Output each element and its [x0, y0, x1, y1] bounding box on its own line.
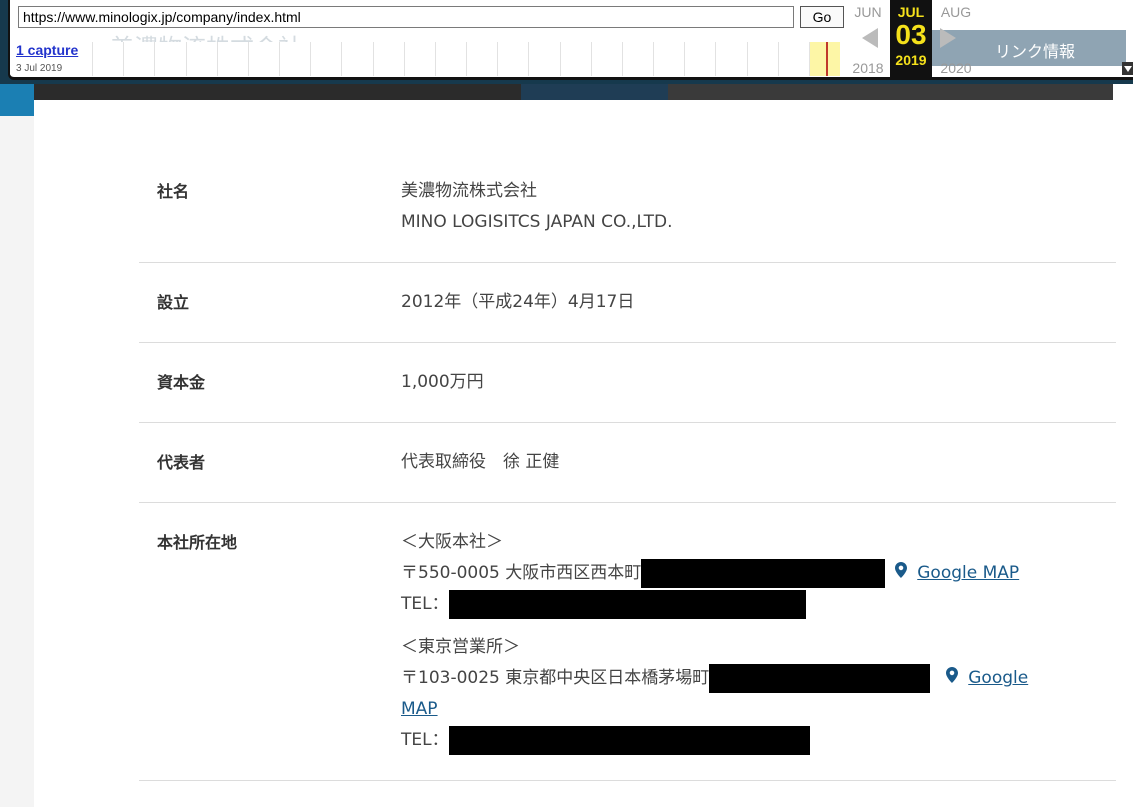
row-label: 設立	[157, 293, 190, 312]
prev-month-label[interactable]: JUN	[848, 4, 888, 20]
sparkline-cell	[777, 42, 809, 76]
map-pin-icon	[946, 667, 959, 683]
table-row: 資本金 1,000万円	[139, 343, 1116, 423]
sparkline-cell	[466, 42, 498, 76]
sparkline-cell	[92, 42, 124, 76]
osaka-google-map-link[interactable]: Google MAP	[917, 563, 1019, 583]
sparkline-cell	[279, 42, 311, 76]
osaka-tel-line: TEL：	[401, 589, 1116, 620]
sparkline-cell	[653, 42, 685, 76]
osaka-address: 〒550-0005 大阪市西区西本町	[401, 563, 642, 583]
tokyo-tel-line: TEL：	[401, 725, 1116, 756]
capture-date: 3 Jul 2019	[16, 63, 63, 74]
next-capture-arrow-icon[interactable]	[940, 28, 956, 48]
sparkline-cell	[403, 42, 435, 76]
header-accent-strip	[0, 84, 34, 116]
company-info-table: 社名 美濃物流株式会社 MINO LOGISITCS JAPAN CO.,LTD…	[139, 158, 1116, 781]
sparkline-cell	[216, 42, 248, 76]
nav-bar-active-segment	[521, 84, 668, 100]
sparkline-cell	[372, 42, 404, 76]
nav-bar-segment	[34, 84, 521, 100]
map-pin-icon	[895, 562, 908, 578]
row-label: 社名	[157, 182, 190, 201]
osaka-address-line: 〒550-0005 大阪市西区西本町 Google MAP	[401, 558, 1116, 589]
redacted-block	[709, 663, 931, 693]
sparkline-cell	[247, 42, 280, 76]
sparkline-cell	[746, 42, 778, 76]
capture-count-link[interactable]: 1 capture	[16, 42, 78, 58]
table-row: 設立 2012年（平成24年）4月17日	[139, 263, 1116, 343]
sparkline-cell	[559, 42, 591, 76]
nav-bar-edge	[1113, 84, 1133, 100]
tokyo-address: 〒103-0025 東京都中央区日本橋茅場町	[401, 668, 710, 688]
sparkline-cell	[684, 42, 716, 76]
sparkline-cell	[123, 42, 155, 76]
site-nav-ghost-link: リンク情報	[995, 42, 1076, 61]
current-day: 03	[895, 19, 927, 50]
url-input[interactable]: https://www.minologix.jp/company/index.h…	[18, 6, 794, 28]
tokyo-tel-label: TEL：	[401, 730, 449, 750]
current-month: JUL	[897, 4, 925, 20]
row-value: 1,000万円	[401, 372, 484, 392]
current-capture-date: JUL 03 2019	[890, 0, 932, 78]
row-label: 本社所在地	[157, 533, 238, 552]
nav-bar-segment	[668, 84, 1113, 100]
row-label: 代表者	[157, 453, 206, 472]
company-name-ja: 美濃物流株式会社	[401, 181, 537, 201]
toolbar-dropdown-icon[interactable]	[1122, 62, 1133, 75]
capture-marker	[826, 42, 828, 76]
row-value: ＜大阪本社＞ 〒550-0005 大阪市西区西本町 Google MAP TEL：…	[401, 527, 1116, 756]
table-row: 社名 美濃物流株式会社 MINO LOGISITCS JAPAN CO.,LTD…	[139, 158, 1116, 263]
row-value: 2012年（平成24年）4月17日	[401, 292, 635, 312]
sparkline-cell	[434, 42, 467, 76]
table-row: 代表者 代表取締役 徐 正健	[139, 423, 1116, 503]
capture-sparkline[interactable]	[92, 42, 841, 76]
redacted-block	[448, 725, 810, 755]
sparkline-cell	[310, 42, 342, 76]
osaka-tel-label: TEL：	[401, 594, 449, 614]
sparkline-cell	[621, 42, 654, 76]
wayback-toolbar: 美濃物流株式会社 リンク情報 https://www.minologix.jp/…	[8, 0, 1133, 80]
sparkline-cell	[590, 42, 622, 76]
sparkline-cell-current	[808, 42, 841, 76]
redacted-block	[448, 589, 806, 619]
sparkline-cell	[154, 42, 186, 76]
company-name-en: MINO LOGISITCS JAPAN CO.,LTD.	[401, 212, 673, 232]
tokyo-address-line: 〒103-0025 東京都中央区日本橋茅場町 Google	[401, 663, 1116, 694]
osaka-office-name: ＜大阪本社＞	[401, 532, 503, 552]
sparkline-cell	[341, 42, 373, 76]
prev-year-label[interactable]: 2018	[846, 60, 890, 76]
sparkline-cell	[528, 42, 560, 76]
company-info-card: 社名 美濃物流株式会社 MINO LOGISITCS JAPAN CO.,LTD…	[34, 100, 1133, 807]
next-month-label[interactable]: AUG	[936, 4, 976, 20]
go-button[interactable]: Go	[800, 6, 844, 28]
tokyo-office-name: ＜東京営業所＞	[401, 637, 520, 657]
current-year: 2019	[895, 52, 927, 68]
table-row: 本社所在地 ＜大阪本社＞ 〒550-0005 大阪市西区西本町 Google MA…	[139, 503, 1116, 781]
sparkline-cell	[715, 42, 747, 76]
prev-capture-arrow-icon[interactable]	[862, 28, 878, 48]
tokyo-google-map-link-cont[interactable]: MAP	[401, 699, 438, 719]
row-label: 資本金	[157, 373, 206, 392]
row-value: 代表取締役 徐 正健	[401, 452, 560, 472]
tokyo-map-line: MAP	[401, 694, 1116, 725]
sparkline-cell	[185, 42, 217, 76]
tokyo-google-map-link[interactable]: Google	[968, 668, 1028, 688]
sparkline-cell	[497, 42, 529, 76]
next-year-label[interactable]: 2020	[934, 60, 978, 76]
row-value: 美濃物流株式会社 MINO LOGISITCS JAPAN CO.,LTD.	[401, 176, 1116, 238]
redacted-block	[641, 558, 886, 588]
